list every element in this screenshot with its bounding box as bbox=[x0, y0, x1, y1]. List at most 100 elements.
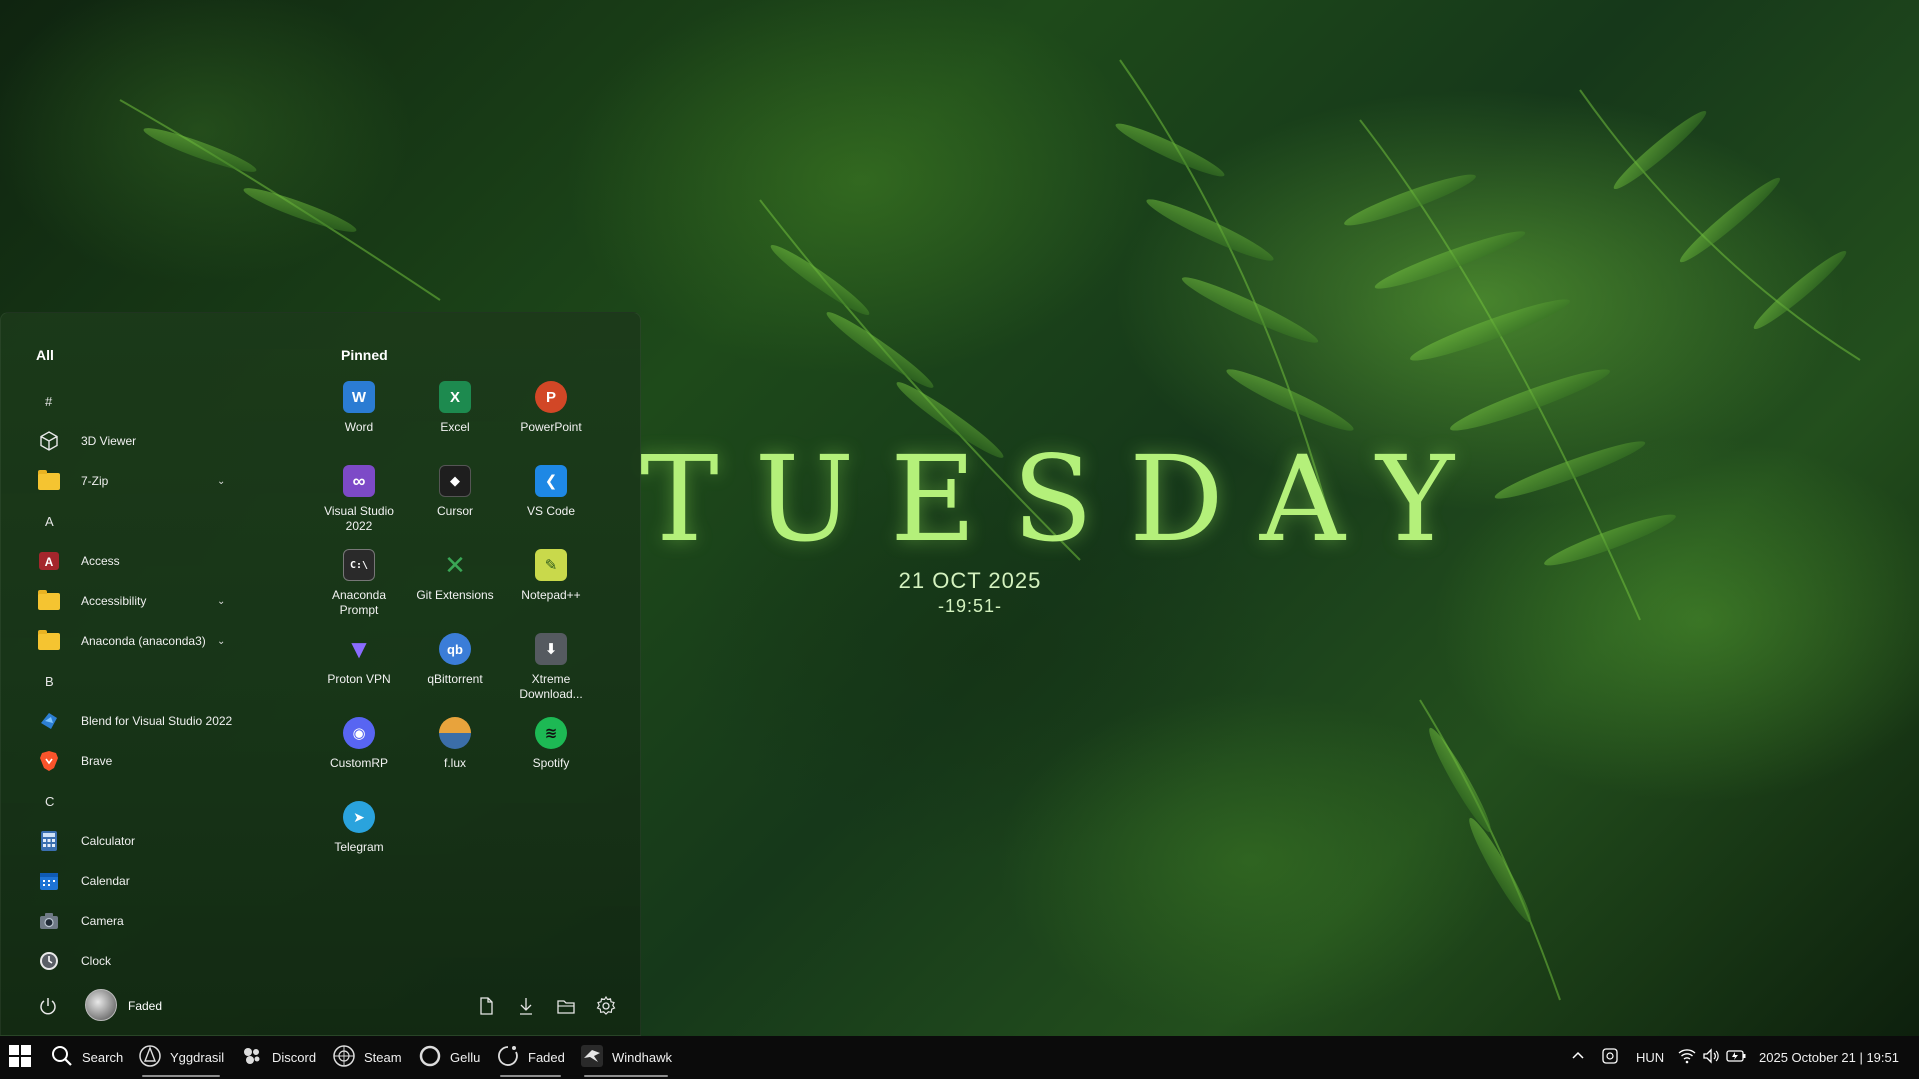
power-icon[interactable] bbox=[37, 995, 59, 1017]
pinned-customrp[interactable]: ◉ CustomRP bbox=[311, 717, 407, 771]
folder-7zip[interactable]: 7-Zip ⌄ bbox=[1, 461, 301, 501]
chevron-down-icon[interactable]: ⌄ bbox=[217, 636, 225, 647]
tile-label: Cursor bbox=[436, 504, 473, 518]
pinned-powerpoint[interactable]: P PowerPoint bbox=[503, 381, 599, 435]
app-brave[interactable]: Brave bbox=[1, 741, 301, 781]
tray-app-icon-glyph bbox=[1601, 1047, 1619, 1068]
app-calculator[interactable]: Calculator bbox=[1, 821, 301, 861]
user-name[interactable]: Faded bbox=[128, 999, 162, 1013]
taskbar-app-gellu[interactable]: Gellu bbox=[418, 1036, 480, 1079]
group-letter: B bbox=[45, 673, 54, 689]
app-label: Access bbox=[81, 554, 120, 568]
clock-icon bbox=[37, 949, 61, 973]
pinned-git-extensions[interactable]: ✕ Git Extensions bbox=[407, 549, 503, 603]
taskbar-app-yggdrasil[interactable]: Yggdrasil bbox=[138, 1036, 224, 1079]
folder-icon bbox=[37, 469, 61, 493]
folder-icon bbox=[37, 629, 61, 653]
yggdrasil-icon bbox=[138, 1044, 170, 1071]
flux-icon bbox=[439, 717, 471, 749]
wifi-icon bbox=[1678, 1048, 1696, 1067]
pinned-telegram[interactable]: ➤ Telegram bbox=[311, 801, 407, 855]
search-icon bbox=[50, 1044, 82, 1071]
word-icon: W bbox=[343, 381, 375, 413]
taskbar-app-discord[interactable]: Discord bbox=[240, 1036, 316, 1079]
tile-label: f.lux bbox=[443, 756, 466, 770]
letter-group-hash[interactable]: # bbox=[1, 381, 301, 421]
taskbar-search[interactable]: Search bbox=[50, 1036, 123, 1079]
start-button[interactable] bbox=[8, 1036, 40, 1079]
tile-label: Notepad++ bbox=[521, 588, 581, 602]
time-text: -19:51- bbox=[937, 596, 1003, 616]
proton-vpn-icon: ▼ bbox=[346, 633, 372, 664]
spotify-icon: ≋ bbox=[535, 717, 567, 749]
excel-icon: X bbox=[439, 381, 471, 413]
tile-label: CustomRP bbox=[329, 756, 388, 770]
app-camera[interactable]: Camera bbox=[1, 901, 301, 941]
taskbar: Search Yggdrasil Discord Steam Gellu Fad… bbox=[0, 1036, 1919, 1079]
folder-icon bbox=[37, 589, 61, 613]
notepadpp-icon: ✎ bbox=[535, 549, 567, 581]
tile-label: PowerPoint bbox=[520, 420, 582, 434]
pinned-word[interactable]: W Word bbox=[311, 381, 407, 435]
letter-group-a[interactable]: A bbox=[1, 501, 301, 541]
cube-icon bbox=[37, 429, 61, 453]
pinned-cursor[interactable]: ◆ Cursor bbox=[407, 465, 503, 519]
file-explorer-icon[interactable] bbox=[555, 995, 577, 1017]
pinned-notepadpp[interactable]: ✎ Notepad++ bbox=[503, 549, 599, 603]
pinned-vscode[interactable]: ❮ VS Code bbox=[503, 465, 599, 519]
taskbar-item-label: Faded bbox=[528, 1050, 565, 1065]
app-blend[interactable]: Blend for Visual Studio 2022 bbox=[1, 701, 301, 741]
pinned-proton-vpn[interactable]: ▼ Proton VPN bbox=[311, 633, 407, 687]
tray-app-icon[interactable] bbox=[1601, 1036, 1619, 1079]
cursor-icon: ◆ bbox=[439, 465, 471, 497]
pinned-visual-studio[interactable]: ∞ Visual Studio 2022 bbox=[311, 465, 407, 534]
pinned-spotify[interactable]: ≋ Spotify bbox=[503, 717, 599, 771]
taskbar-clock[interactable]: 2025 October 21 | 19:51 bbox=[1759, 1036, 1899, 1079]
app-label: Calculator bbox=[81, 834, 136, 848]
show-hidden-icons-button[interactable] bbox=[1570, 1036, 1586, 1079]
app-label: Camera bbox=[81, 914, 124, 928]
avatar[interactable] bbox=[85, 989, 117, 1021]
tile-label: VS Code bbox=[526, 504, 576, 518]
pinned-qbittorrent[interactable]: qb qBittorrent bbox=[407, 633, 503, 687]
app-access[interactable]: A Access bbox=[1, 541, 301, 581]
anaconda-prompt-icon: C:\ bbox=[343, 549, 375, 581]
steam-icon bbox=[332, 1044, 364, 1071]
calendar-icon bbox=[37, 869, 61, 893]
taskbar-app-windhawk[interactable]: Windhawk bbox=[580, 1036, 672, 1079]
desktop-clock-widget: TUESDAY 21 OCT 2025 -19:51- bbox=[640, 440, 1454, 617]
tile-label: Excel bbox=[440, 420, 470, 434]
pinned-anaconda-prompt[interactable]: C:\ Anaconda Prompt bbox=[311, 549, 407, 618]
app-calendar[interactable]: Calendar bbox=[1, 861, 301, 901]
settings-gear-icon[interactable] bbox=[595, 995, 617, 1017]
all-apps-list: # 3D Viewer 7-Zip ⌄ A A Access Accessibi… bbox=[1, 381, 301, 981]
app-3d-viewer[interactable]: 3D Viewer bbox=[1, 421, 301, 461]
folder-anaconda[interactable]: Anaconda (anaconda3) ⌄ bbox=[1, 621, 301, 661]
app-label: Calendar bbox=[81, 874, 130, 888]
folder-label: Anaconda (anaconda3) bbox=[81, 634, 206, 648]
documents-icon[interactable] bbox=[475, 995, 497, 1017]
gellu-icon bbox=[418, 1044, 450, 1071]
taskbar-app-steam[interactable]: Steam bbox=[332, 1036, 402, 1079]
chevron-down-icon[interactable]: ⌄ bbox=[217, 596, 225, 607]
pinned-excel[interactable]: X Excel bbox=[407, 381, 503, 435]
powerpoint-icon: P bbox=[535, 381, 567, 413]
letter-group-c[interactable]: C bbox=[1, 781, 301, 821]
pinned-flux[interactable]: f.lux bbox=[407, 717, 503, 771]
vscode-icon: ❮ bbox=[535, 465, 567, 497]
keyboard-language[interactable]: HUN bbox=[1636, 1036, 1664, 1079]
letter-group-b[interactable]: B bbox=[1, 661, 301, 701]
folder-accessibility[interactable]: Accessibility ⌄ bbox=[1, 581, 301, 621]
network-volume-battery-group[interactable] bbox=[1678, 1036, 1746, 1079]
taskbar-item-label: Yggdrasil bbox=[170, 1050, 225, 1065]
tile-label: Word bbox=[344, 420, 374, 434]
chevron-down-icon[interactable]: ⌄ bbox=[217, 476, 225, 487]
pinned-header: Pinned bbox=[341, 347, 388, 363]
app-clock[interactable]: Clock bbox=[1, 941, 301, 981]
taskbar-app-faded[interactable]: Faded bbox=[496, 1036, 565, 1079]
pinned-xtreme-download[interactable]: ⬇ Xtreme Download... bbox=[503, 633, 599, 702]
app-label: Clock bbox=[81, 954, 112, 968]
group-letter: # bbox=[45, 393, 53, 409]
taskbar-item-label: Windhawk bbox=[612, 1050, 672, 1065]
downloads-icon[interactable] bbox=[515, 995, 537, 1017]
